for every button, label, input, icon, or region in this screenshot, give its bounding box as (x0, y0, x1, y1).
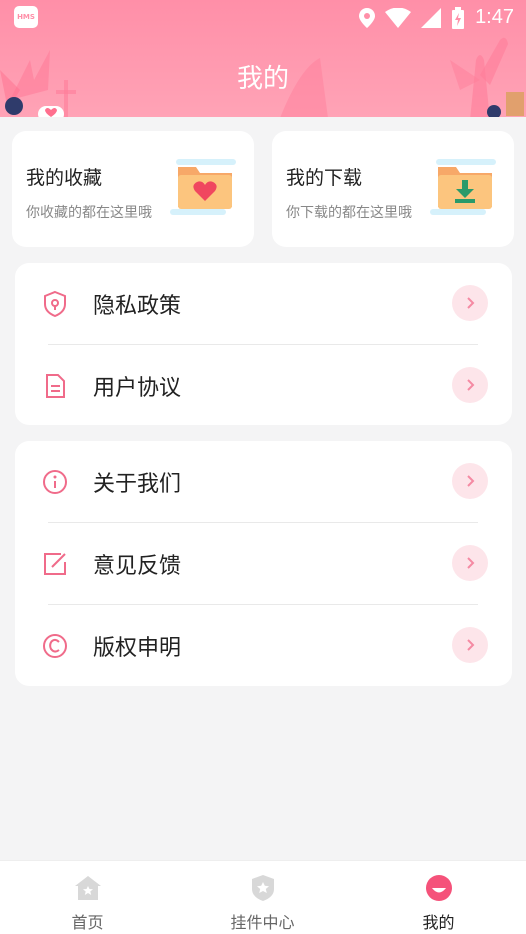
home-icon (74, 876, 101, 900)
menu-item-label: 版权申明 (93, 636, 182, 661)
downloads-subtitle: 你下载的都在这里哦 (286, 205, 412, 221)
edit-icon (44, 553, 66, 575)
document-icon (46, 374, 65, 398)
bottom-tab-bar: 首页 挂件中心 我的 (0, 860, 526, 934)
status-bar: HMS 1:47 (0, 0, 526, 36)
menu-group-about: 关于我们 意见反馈 版权申明 (15, 441, 512, 686)
menu-item-agreement[interactable]: 用户协议 (15, 345, 512, 427)
profile-icon (425, 875, 452, 901)
tab-widget-center[interactable]: 挂件中心 (175, 861, 350, 934)
badge-icon (251, 875, 274, 901)
chevron-right-icon (452, 367, 488, 403)
chevron-right-icon (452, 463, 488, 499)
info-icon (43, 470, 67, 494)
download-folder-icon (430, 159, 496, 215)
tab-label: 我的 (422, 913, 455, 932)
menu-item-copyright[interactable]: 版权申明 (15, 605, 512, 687)
location-icon (359, 7, 376, 28)
menu-item-label: 关于我们 (93, 472, 182, 497)
hms-badge: HMS (14, 6, 38, 28)
tab-label: 挂件中心 (230, 913, 295, 932)
tab-mine[interactable]: 我的 (351, 861, 526, 934)
copyright-icon (43, 634, 67, 658)
menu-item-label: 隐私政策 (93, 294, 182, 319)
favorites-title: 我的收藏 (26, 167, 103, 189)
clock: 1:47 (475, 6, 514, 28)
menu-item-label: 意见反馈 (93, 554, 182, 579)
page-title: 我的 (236, 64, 289, 94)
shield-icon (44, 290, 66, 318)
menu-item-about-us[interactable]: 关于我们 (15, 441, 512, 523)
menu-group-legal: 隐私政策 用户协议 (15, 263, 512, 425)
favorites-subtitle: 你收藏的都在这里哦 (26, 205, 152, 221)
tab-label: 首页 (71, 913, 104, 932)
menu-item-label: 用户协议 (93, 376, 182, 401)
battery-icon (452, 6, 465, 29)
menu-item-privacy[interactable]: 隐私政策 (15, 263, 512, 345)
chevron-right-icon (452, 285, 488, 321)
favorites-card[interactable]: 我的收藏 你收藏的都在这里哦 (12, 131, 254, 247)
downloads-card[interactable]: 我的下载 你下载的都在这里哦 (272, 131, 514, 247)
wifi-icon (385, 7, 412, 28)
tab-home[interactable]: 首页 (0, 861, 175, 934)
heart-folder-icon (170, 159, 236, 215)
signal-icon (421, 7, 442, 28)
downloads-title: 我的下载 (286, 167, 363, 189)
chevron-right-icon (452, 545, 488, 581)
header: HMS 1:47 我的 (0, 0, 526, 117)
menu-item-feedback[interactable]: 意见反馈 (15, 523, 512, 605)
chevron-right-icon (452, 627, 488, 663)
